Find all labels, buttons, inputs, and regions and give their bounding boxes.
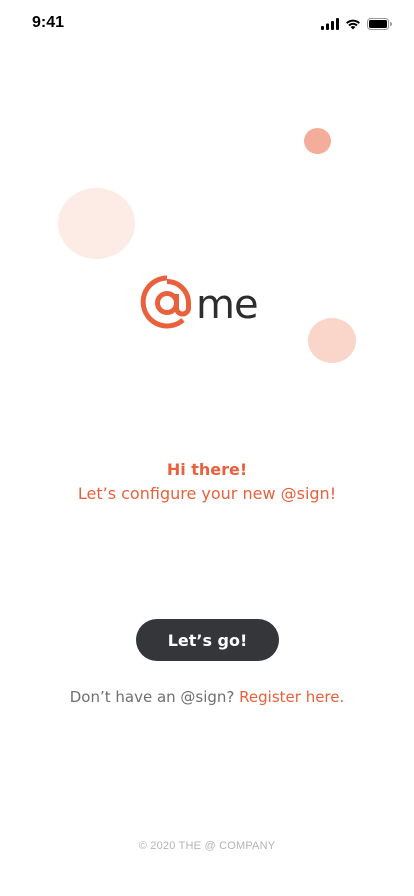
status-icons [321,17,392,35]
greeting-subtitle: Let’s configure your new @sign! [77,484,337,503]
status-bar: 9:41 [0,0,414,48]
decorative-bubble [304,128,331,154]
app-logo: me [140,275,259,334]
register-prompt-text: Don’t have an @sign? [69,688,235,706]
greeting: Hi there! Let’s configure your new @sign… [0,460,414,506]
logo-text: me [196,281,259,328]
cellular-signal-icon [321,17,339,35]
decorative-bubble [308,318,356,363]
battery-icon [367,17,392,35]
register-link[interactable]: Register here. [239,688,344,706]
register-prompt: Don’t have an @sign? Register here. [0,688,414,706]
status-time: 9:41 [32,14,65,31]
at-symbol-logo-icon [140,275,194,334]
greeting-title: Hi there! [166,460,248,479]
decorative-bubble [58,188,135,259]
copyright-footer: © 2020 THE @ COMPANY [138,840,276,852]
wifi-icon [345,17,361,35]
lets-go-button[interactable]: Let’s go! [136,619,279,661]
